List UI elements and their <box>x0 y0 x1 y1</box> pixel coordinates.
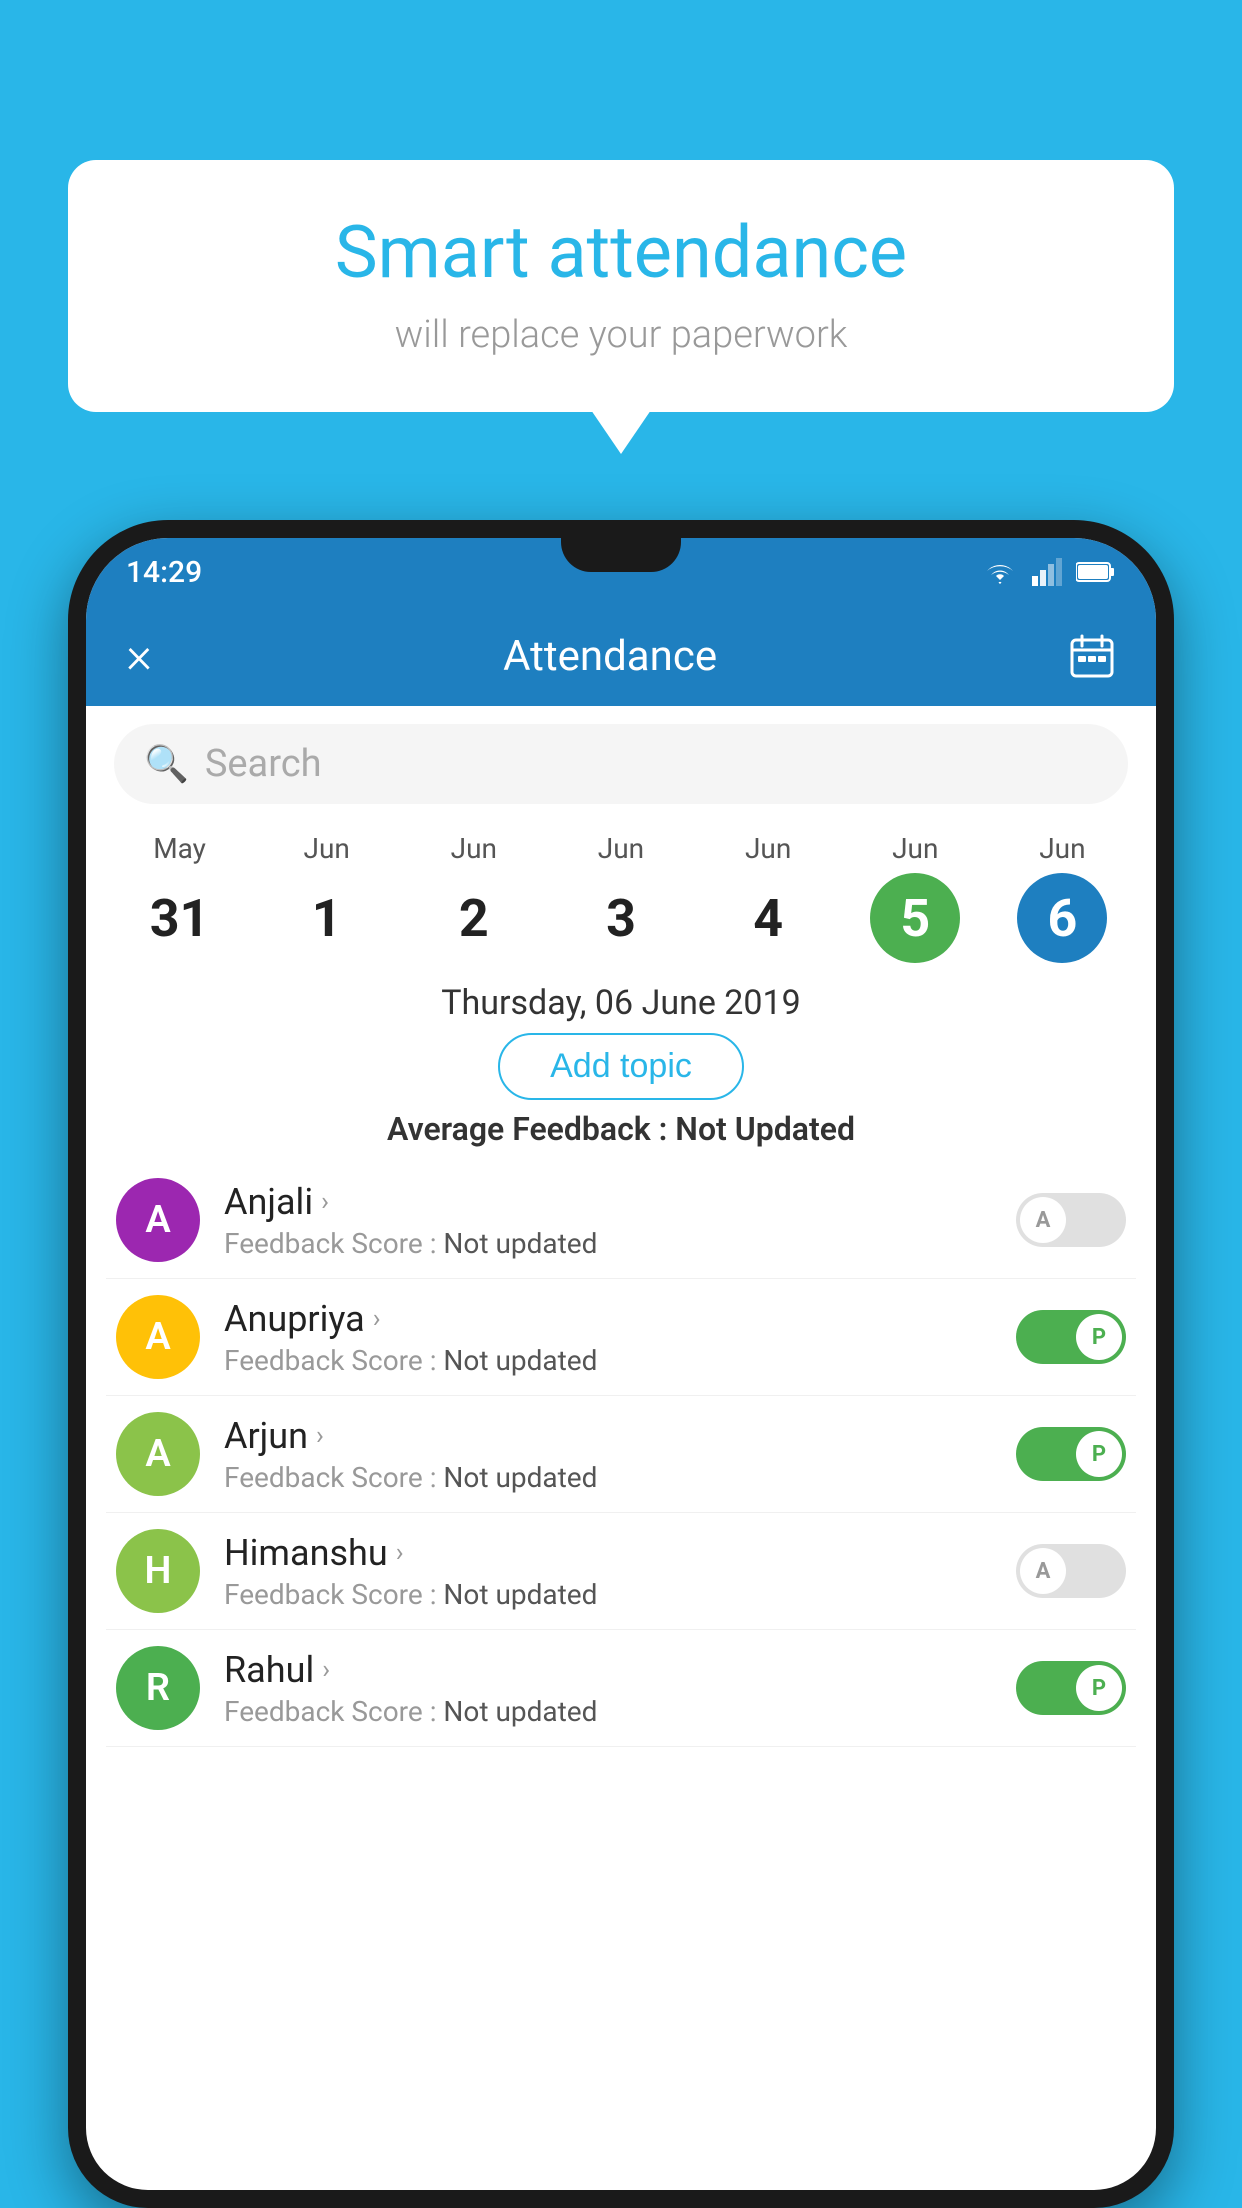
student-item[interactable]: A Anupriya › Feedback Score : Not updated P <box>106 1279 1136 1396</box>
student-avatar: A <box>116 1412 200 1496</box>
chevron-icon: › <box>396 1538 404 1568</box>
student-item[interactable]: R Rahul › Feedback Score : Not updated P <box>106 1630 1136 1747</box>
chevron-icon: › <box>322 1655 330 1685</box>
attendance-toggle[interactable]: A <box>1016 1544 1126 1598</box>
toggle-circle: P <box>1076 1665 1122 1711</box>
student-feedback: Feedback Score : Not updated <box>224 1227 992 1260</box>
cal-date: 4 <box>723 873 813 963</box>
phone-screen: 14:29 <box>86 538 1156 2190</box>
add-topic-button[interactable]: Add topic <box>498 1033 744 1100</box>
calendar-icon[interactable] <box>1068 632 1116 680</box>
cal-month: Jun <box>1039 832 1085 865</box>
toggle-circle: A <box>1020 1197 1066 1243</box>
calendar-day-6[interactable]: Jun 6 <box>1007 832 1117 963</box>
student-name[interactable]: Anupriya › <box>224 1298 992 1340</box>
calendar-day-3[interactable]: Jun 3 <box>566 832 676 963</box>
search-bar[interactable]: 🔍 Search <box>114 724 1128 804</box>
cal-month: Jun <box>892 832 938 865</box>
speech-bubble-title: Smart attendance <box>128 210 1114 295</box>
student-name[interactable]: Himanshu › <box>224 1532 992 1574</box>
attendance-toggle[interactable]: A <box>1016 1193 1126 1247</box>
app-header: × Attendance <box>86 606 1156 706</box>
student-feedback: Feedback Score : Not updated <box>224 1344 992 1377</box>
cal-date: 2 <box>429 873 519 963</box>
wifi-icon <box>982 558 1018 586</box>
header-title: Attendance <box>503 632 717 681</box>
student-info: Arjun › Feedback Score : Not updated <box>224 1415 992 1494</box>
student-info: Anupriya › Feedback Score : Not updated <box>224 1298 992 1377</box>
student-info: Himanshu › Feedback Score : Not updated <box>224 1532 992 1611</box>
attendance-toggle[interactable]: P <box>1016 1661 1126 1715</box>
toggle-circle: P <box>1076 1431 1122 1477</box>
status-bar: 14:29 <box>86 538 1156 606</box>
chevron-icon: › <box>316 1421 324 1451</box>
cal-month: Jun <box>451 832 497 865</box>
student-feedback: Feedback Score : Not updated <box>224 1695 992 1728</box>
calendar-day-4[interactable]: Jun 4 <box>713 832 823 963</box>
avg-feedback-value: Not Updated <box>675 1110 855 1148</box>
student-name[interactable]: Arjun › <box>224 1415 992 1457</box>
cal-month: May <box>153 832 206 865</box>
cal-date: 6 <box>1017 873 1107 963</box>
student-name[interactable]: Rahul › <box>224 1649 992 1691</box>
speech-bubble: Smart attendance will replace your paper… <box>68 160 1174 412</box>
calendar-day-5[interactable]: Jun 5 <box>860 832 970 963</box>
notch <box>561 538 681 572</box>
avg-feedback-label: Average Feedback : <box>387 1110 667 1148</box>
student-name[interactable]: Anjali › <box>224 1181 992 1223</box>
student-avatar: R <box>116 1646 200 1730</box>
attendance-toggle[interactable]: P <box>1016 1310 1126 1364</box>
toggle-circle: A <box>1020 1548 1066 1594</box>
student-feedback: Feedback Score : Not updated <box>224 1461 992 1494</box>
close-button[interactable]: × <box>126 627 152 685</box>
student-info: Rahul › Feedback Score : Not updated <box>224 1649 992 1728</box>
signal-icon <box>1032 558 1062 586</box>
cal-month: Jun <box>598 832 644 865</box>
student-info: Anjali › Feedback Score : Not updated <box>224 1181 992 1260</box>
student-item[interactable]: A Anjali › Feedback Score : Not updated A <box>106 1162 1136 1279</box>
cal-date: 5 <box>870 873 960 963</box>
student-avatar: A <box>116 1295 200 1379</box>
phone-frame: 14:29 <box>68 520 1174 2208</box>
search-icon: 🔍 <box>144 743 189 785</box>
search-input[interactable]: Search <box>205 742 322 786</box>
cal-month: Jun <box>745 832 791 865</box>
battery-icon <box>1076 561 1116 583</box>
attendance-toggle[interactable]: P <box>1016 1427 1126 1481</box>
chevron-icon: › <box>373 1304 381 1334</box>
calendar-day-1[interactable]: Jun 1 <box>272 832 382 963</box>
student-avatar: H <box>116 1529 200 1613</box>
status-time: 14:29 <box>126 555 202 590</box>
cal-date: 3 <box>576 873 666 963</box>
student-list: AAnjali ›Feedback Score : Not updatedAAA… <box>86 1162 1156 1747</box>
status-icons <box>982 558 1116 586</box>
chevron-icon: › <box>321 1187 329 1217</box>
cal-date: 1 <box>282 873 372 963</box>
student-feedback: Feedback Score : Not updated <box>224 1578 992 1611</box>
student-avatar: A <box>116 1178 200 1262</box>
calendar-day-31[interactable]: May 31 <box>125 832 235 963</box>
toggle-circle: P <box>1076 1314 1122 1360</box>
cal-date: 31 <box>135 873 225 963</box>
avg-feedback: Average Feedback : Not Updated <box>86 1110 1156 1148</box>
student-item[interactable]: A Arjun › Feedback Score : Not updated P <box>106 1396 1136 1513</box>
calendar-day-2[interactable]: Jun 2 <box>419 832 529 963</box>
student-item[interactable]: H Himanshu › Feedback Score : Not updated A <box>106 1513 1136 1630</box>
calendar-strip: May 31 Jun 1 Jun 2 Jun 3 Jun 4 Jun 5 Jun 6 <box>86 822 1156 969</box>
selected-date: Thursday, 06 June 2019 <box>86 983 1156 1023</box>
speech-bubble-subtitle: will replace your paperwork <box>128 313 1114 357</box>
cal-month: Jun <box>304 832 350 865</box>
